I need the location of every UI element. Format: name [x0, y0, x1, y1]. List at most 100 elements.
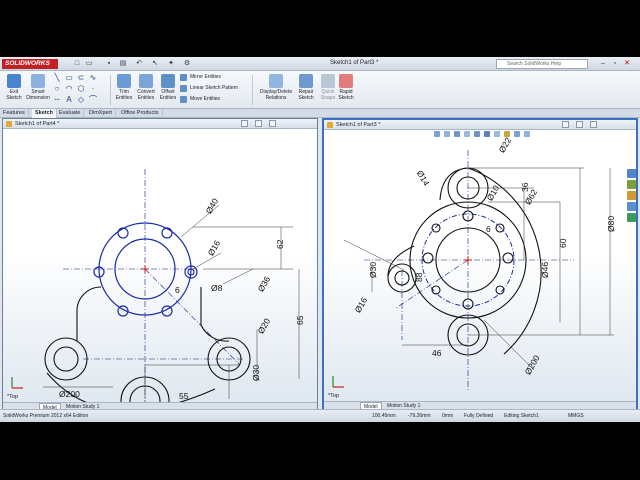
repair-label: Repair Sketch	[298, 89, 314, 101]
left-dim-8[interactable]: Ø8	[211, 283, 223, 293]
close-button[interactable]: ✕	[622, 59, 632, 68]
part-icon	[327, 122, 333, 128]
left-dim-200[interactable]: Ø200	[59, 389, 80, 399]
z-coordinate: 0mm	[442, 413, 454, 419]
line-icon[interactable]: ╲	[52, 73, 62, 83]
mirror-entities-button[interactable]: Mirror Entities	[180, 73, 221, 82]
left-dim-16[interactable]: Ø16	[206, 238, 223, 257]
viewport-minimize-button[interactable]	[241, 120, 248, 127]
spline-icon[interactable]: ∿	[88, 73, 98, 83]
right-dim-88[interactable]: 88	[414, 272, 424, 282]
left-dim-65[interactable]: 65	[295, 315, 305, 325]
right-dim-22[interactable]: Ø22	[497, 135, 514, 154]
convert-entities-button[interactable]: Convert Entities	[134, 74, 158, 107]
trim-label: Trim Entities	[115, 89, 133, 101]
undo-icon[interactable]: ↶	[134, 59, 144, 69]
command-manager-tabs: Features Sketch Evaluate DimXpert Office…	[0, 109, 640, 118]
smart-dimension-button[interactable]: Smart Dimension	[26, 74, 50, 107]
right-dim-30[interactable]: Ø30	[368, 262, 378, 278]
rapid-sketch-label: Rapid Sketch	[338, 89, 354, 101]
relations-label: Display/Delete Relations	[259, 89, 293, 101]
rapid-sketch-button[interactable]: Rapid Sketch	[334, 74, 358, 107]
right-dim-10[interactable]: Ø10	[485, 183, 502, 202]
right-dim-16[interactable]: Ø16	[353, 295, 370, 314]
left-dim-20[interactable]: Ø20	[256, 316, 273, 335]
right-dim-46[interactable]: Ø46	[540, 262, 550, 278]
solidworks-logo[interactable]: SOLIDWORKS	[2, 59, 58, 69]
right-dim-46b[interactable]: 46	[432, 348, 442, 358]
resources-icon[interactable]	[627, 169, 636, 178]
new-file-icon[interactable]: □	[72, 59, 82, 69]
appearances-icon[interactable]	[627, 213, 636, 222]
help-search-input[interactable]: Search SolidWorks Help	[496, 59, 588, 69]
right-dim-80[interactable]: Ø80	[606, 216, 616, 232]
viewport-restore-button[interactable]	[576, 121, 583, 128]
circle-icon[interactable]: ○	[52, 84, 62, 94]
right-dim-6[interactable]: 6	[486, 224, 491, 234]
left-sketch-canvas[interactable]: Ø40 Ø16 62 6 Ø8 Ø36 65 Ø20 Ø30 Ø200 55	[3, 129, 318, 404]
right-dim-14[interactable]: Ø14	[415, 169, 432, 188]
select-icon[interactable]: ↖	[150, 59, 160, 69]
left-dim-55[interactable]: 55	[179, 391, 189, 401]
exit-sketch-button[interactable]: Exit Sketch	[2, 74, 26, 107]
options-icon[interactable]: ⚙	[182, 59, 192, 69]
y-coordinate: -79.26mm	[408, 413, 431, 419]
right-sketch-canvas[interactable]: Ø22 36 Ø14 Ø10 Ø62 6 Ø80 60 Ø30 88 Ø46 Ø…	[324, 130, 638, 405]
rebuild-icon[interactable]: ✦	[166, 59, 176, 69]
left-viewport[interactable]: Sketch1 of Part4 * Ø40 Ø16 62 6 Ø8 Ø36 6…	[2, 118, 318, 412]
offset-entities-button[interactable]: Offset Entities	[156, 74, 180, 107]
units-selector[interactable]: MMGS	[568, 413, 584, 420]
slot-icon[interactable]: ⊂	[76, 73, 86, 83]
exit-sketch-icon	[7, 74, 21, 88]
tab-evaluate[interactable]: Evaluate	[56, 109, 85, 118]
design-library-icon[interactable]	[627, 180, 636, 189]
right-dim-200[interactable]: Ø200	[523, 353, 542, 376]
print-icon[interactable]: ▤	[118, 59, 128, 69]
rectangle-icon[interactable]: ▭	[64, 73, 74, 83]
viewport-minimize-button[interactable]	[562, 121, 569, 128]
move-entities-button[interactable]: Move Entities	[180, 95, 220, 104]
polygon-icon[interactable]: ⬡	[76, 84, 86, 94]
solidworks-window: SOLIDWORKS □ ▭ ▪ ▤ ↶ ↖ ✦ ⚙ Sketch1 of Pa…	[0, 57, 640, 422]
point-icon[interactable]: ·	[88, 84, 98, 94]
centerline-icon[interactable]: ┄	[52, 95, 62, 105]
tab-sketch[interactable]: Sketch	[32, 109, 58, 118]
editing-mode: Editing Sketch1	[504, 413, 539, 419]
snaps-icon	[321, 74, 335, 88]
tab-dimxpert[interactable]: DimXpert	[86, 109, 116, 118]
open-file-icon[interactable]: ▭	[84, 59, 94, 69]
exit-sketch-label: Exit Sketch	[6, 89, 22, 101]
file-explorer-icon[interactable]	[627, 191, 636, 200]
right-dim-60[interactable]: 60	[558, 238, 568, 248]
plane-icon[interactable]: ◇	[76, 95, 86, 105]
save-icon[interactable]: ▪	[104, 59, 114, 69]
repair-sketch-button[interactable]: Repair Sketch	[294, 74, 318, 107]
smart-dimension-label: Smart Dimension	[26, 89, 50, 101]
left-dim-6[interactable]: 6	[175, 285, 180, 295]
left-viewport-title: Sketch1 of Part4 *	[15, 121, 60, 127]
left-dim-30[interactable]: Ø30	[251, 365, 261, 381]
view-orientation-label: *Top	[328, 393, 340, 399]
view-palette-icon[interactable]	[627, 202, 636, 211]
viewport-close-button[interactable]	[269, 120, 276, 127]
right-viewport[interactable]: Sketch1 of Part3 * Ø22 36 Ø14 Ø10 Ø62 6 …	[322, 118, 638, 412]
minimize-button[interactable]: –	[598, 59, 608, 68]
edition-label: SolidWorks Premium 2012 x64 Edition	[3, 413, 89, 419]
view-orientation-label: *Top	[7, 394, 19, 400]
rapid-sketch-icon	[339, 74, 353, 88]
trim-entities-button[interactable]: Trim Entities	[112, 74, 136, 107]
linear-sketch-pattern-button[interactable]: Linear Sketch Pattern	[180, 84, 238, 93]
fillet-icon[interactable]: ⌒	[88, 95, 98, 105]
left-dim-62[interactable]: 62	[275, 239, 285, 249]
tab-office-products[interactable]: Office Products	[118, 109, 163, 118]
view-triad-icon	[330, 374, 346, 390]
sketch-tools-grid: ╲ ▭ ⊂ ∿ ○ ◠ ⬡ · ┄ A ◇ ⌒	[52, 73, 108, 107]
maximize-button[interactable]: ▫	[610, 59, 620, 68]
arc-icon[interactable]: ◠	[64, 84, 74, 94]
tab-features[interactable]: Features	[0, 109, 29, 118]
viewport-close-button[interactable]	[590, 121, 597, 128]
display-delete-relations-button[interactable]: Display/Delete Relations	[258, 74, 294, 107]
left-dim-36[interactable]: Ø36	[256, 274, 273, 293]
viewport-restore-button[interactable]	[255, 120, 262, 127]
text-icon[interactable]: A	[64, 95, 74, 105]
